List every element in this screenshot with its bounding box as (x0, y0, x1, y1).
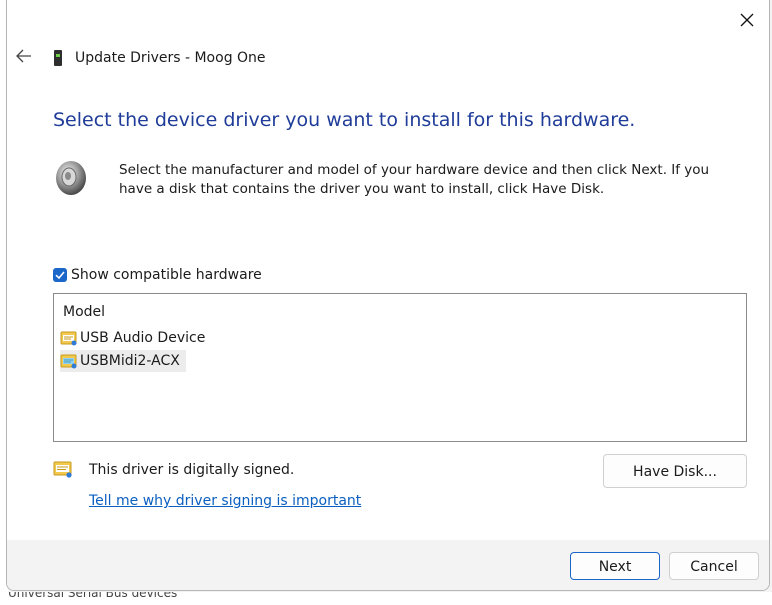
show-compatible-hardware-row[interactable]: Show compatible hardware (53, 267, 262, 283)
usb-device-icon (54, 50, 62, 66)
instructions-text: Select the manufacturer and model of you… (119, 162, 710, 197)
cancel-button[interactable]: Cancel (669, 552, 759, 580)
dialog-header: Update Drivers - Moog One (13, 46, 266, 70)
driver-signing-link[interactable]: Tell me why driver signing is important (89, 493, 361, 509)
update-drivers-dialog: Update Drivers - Moog One Select the dev… (6, 0, 770, 591)
dialog-title: Update Drivers - Moog One (75, 50, 266, 66)
model-label: USB Audio Device (80, 330, 206, 346)
model-list[interactable]: Model USB Audio Device USBMidi2-ACX (53, 293, 747, 442)
dialog-footer: Next Cancel (7, 540, 769, 590)
model-label: USBMidi2-ACX (80, 353, 180, 369)
back-arrow-icon (16, 49, 31, 63)
background-tree-item: Universal Serial Bus devices (8, 592, 178, 600)
checkmark-icon (55, 271, 65, 280)
close-icon (740, 13, 754, 27)
close-button[interactable] (733, 6, 761, 34)
have-disk-button[interactable]: Have Disk... (603, 454, 747, 488)
screen: Universal Serial Bus devices Update Driv… (0, 0, 772, 605)
next-button[interactable]: Next (570, 552, 660, 580)
driver-signed-text: This driver is digitally signed. (89, 461, 295, 478)
model-column-header: Model (63, 304, 106, 320)
signed-driver-icon (53, 461, 72, 478)
page-title: Select the device driver you want to ins… (53, 109, 636, 131)
back-button[interactable] (13, 47, 35, 69)
list-item[interactable]: USB Audio Device (60, 327, 211, 349)
list-item[interactable]: USBMidi2-ACX (60, 350, 186, 372)
show-compatible-hardware-label: Show compatible hardware (71, 267, 262, 283)
background-window-bottom: Universal Serial Bus devices (8, 592, 772, 605)
speaker-icon (56, 161, 86, 195)
signed-driver-icon (60, 331, 77, 345)
signed-driver-icon (60, 354, 77, 368)
show-compatible-hardware-checkbox[interactable] (53, 268, 67, 282)
driver-signed-status: This driver is digitally signed. (53, 461, 294, 478)
